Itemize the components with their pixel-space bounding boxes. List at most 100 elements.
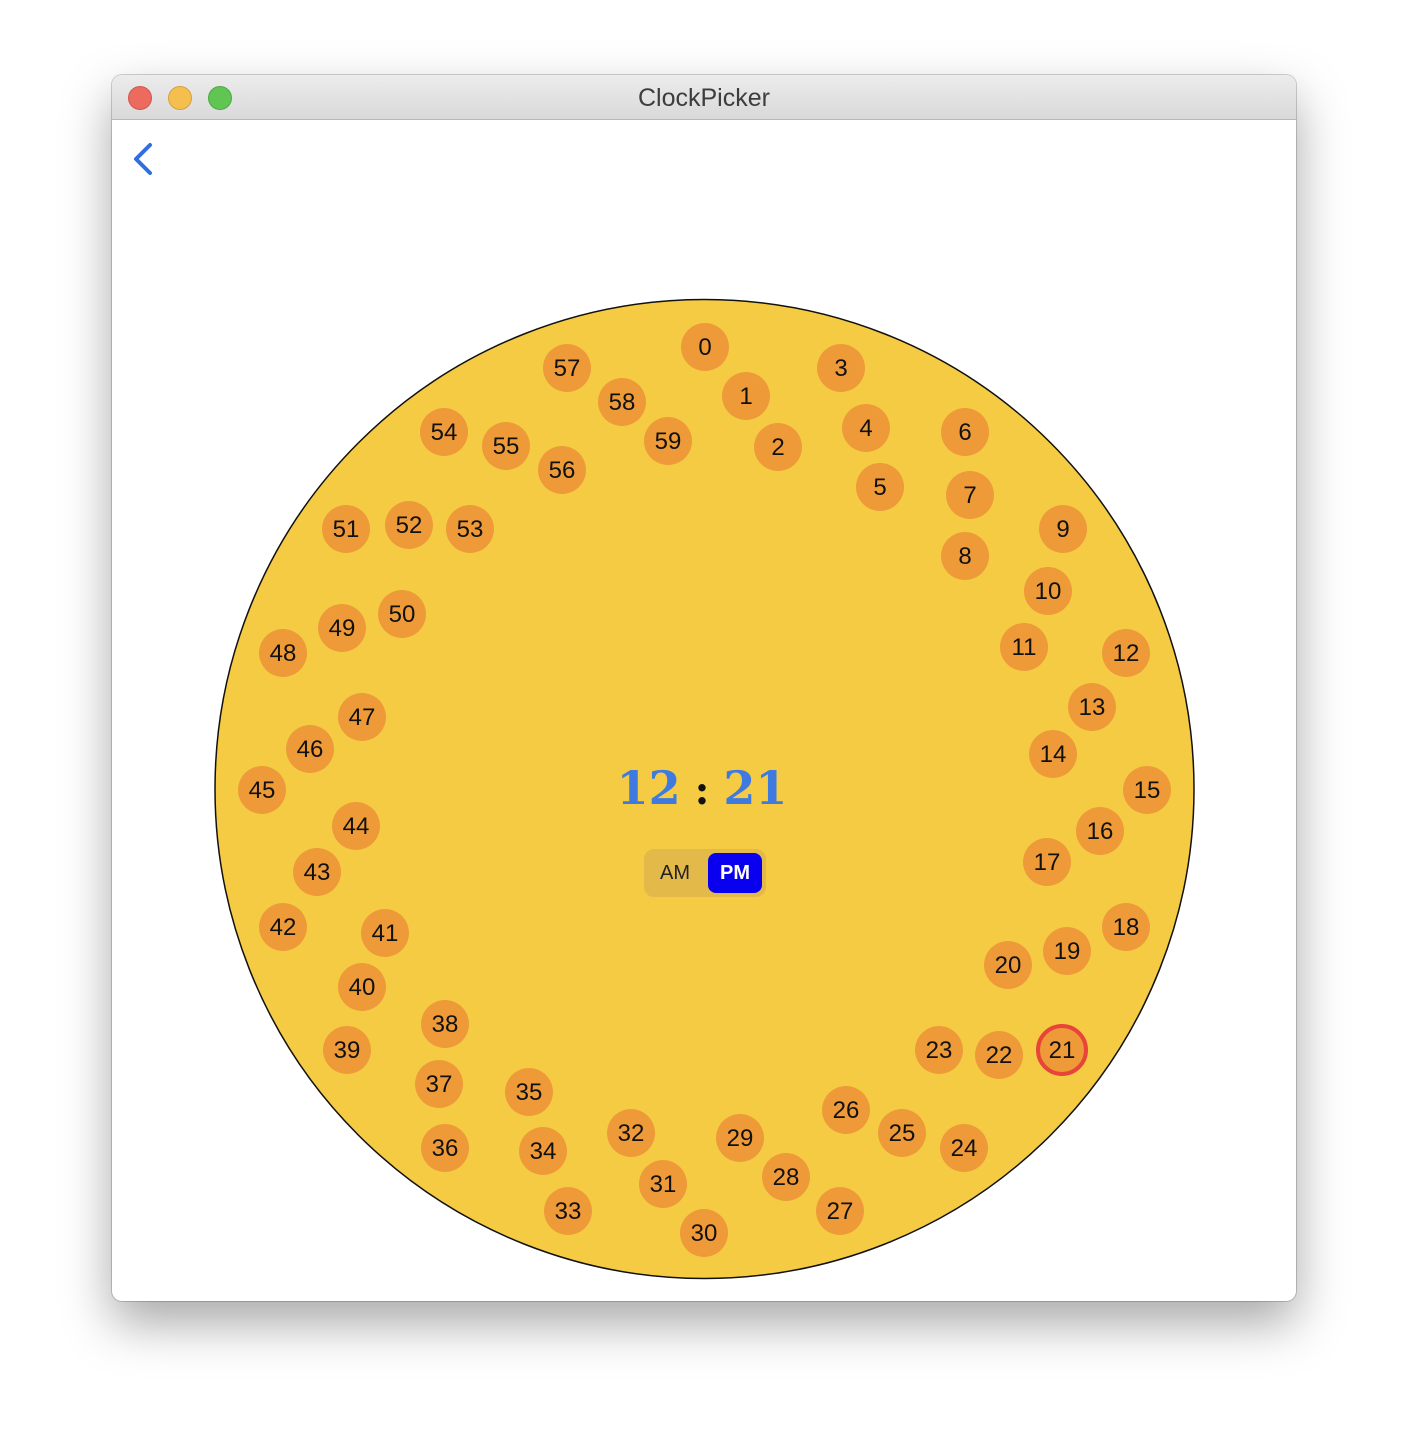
minute-bubble-47[interactable]: 47 bbox=[338, 693, 386, 741]
minute-bubble-4[interactable]: 4 bbox=[842, 404, 890, 452]
minute-bubble-label: 2 bbox=[771, 434, 784, 461]
minute-bubble-37[interactable]: 37 bbox=[415, 1060, 463, 1108]
minute-bubble-label: 57 bbox=[554, 355, 581, 382]
minute-bubble-label: 5 bbox=[873, 474, 886, 501]
minute-bubble-29[interactable]: 29 bbox=[716, 1114, 764, 1162]
minute-bubble-label: 17 bbox=[1034, 849, 1061, 876]
minute-bubble-24[interactable]: 24 bbox=[940, 1124, 988, 1172]
minute-bubble-2[interactable]: 2 bbox=[754, 423, 802, 471]
minute-bubble-label: 13 bbox=[1079, 694, 1106, 721]
minute-bubble-label: 29 bbox=[727, 1125, 754, 1152]
minute-bubble-23[interactable]: 23 bbox=[915, 1026, 963, 1074]
minute-bubble-label: 59 bbox=[655, 428, 682, 455]
minute-bubble-label: 12 bbox=[1113, 640, 1140, 667]
minute-bubble-26[interactable]: 26 bbox=[822, 1086, 870, 1134]
minute-bubble-49[interactable]: 49 bbox=[318, 604, 366, 652]
minute-bubble-55[interactable]: 55 bbox=[482, 422, 530, 470]
minute-bubble-label: 27 bbox=[827, 1198, 854, 1225]
minute-bubble-13[interactable]: 13 bbox=[1068, 683, 1116, 731]
minute-bubble-label: 50 bbox=[389, 601, 416, 628]
minute-bubble-label: 33 bbox=[555, 1198, 582, 1225]
minute-bubble-21[interactable]: 21 bbox=[1036, 1024, 1088, 1076]
minute-bubble-label: 23 bbox=[926, 1037, 953, 1064]
minute-bubble-16[interactable]: 16 bbox=[1076, 807, 1124, 855]
minute-bubble-36[interactable]: 36 bbox=[421, 1124, 469, 1172]
minute-bubble-28[interactable]: 28 bbox=[762, 1153, 810, 1201]
minute-bubble-40[interactable]: 40 bbox=[338, 963, 386, 1011]
minute-bubble-14[interactable]: 14 bbox=[1029, 730, 1077, 778]
minute-bubble-0[interactable]: 0 bbox=[681, 323, 729, 371]
hour-value[interactable]: 12 bbox=[617, 761, 681, 815]
minute-bubble-label: 9 bbox=[1056, 516, 1069, 543]
minute-bubble-51[interactable]: 51 bbox=[322, 505, 370, 553]
minute-bubble-label: 4 bbox=[859, 415, 872, 442]
pm-segment[interactable]: PM bbox=[708, 853, 762, 893]
minute-bubble-5[interactable]: 5 bbox=[856, 463, 904, 511]
minute-bubble-12[interactable]: 12 bbox=[1102, 629, 1150, 677]
minute-bubble-label: 42 bbox=[270, 914, 297, 941]
minute-bubble-label: 37 bbox=[426, 1071, 453, 1098]
minute-bubble-label: 6 bbox=[958, 419, 971, 446]
minute-bubble-label: 20 bbox=[995, 952, 1022, 979]
minute-bubble-label: 45 bbox=[249, 777, 276, 804]
time-readout: 12:21 bbox=[552, 758, 852, 818]
minute-bubble-label: 34 bbox=[530, 1138, 557, 1165]
minute-bubble-label: 21 bbox=[1049, 1037, 1076, 1064]
minute-bubble-44[interactable]: 44 bbox=[332, 802, 380, 850]
minute-bubble-22[interactable]: 22 bbox=[975, 1031, 1023, 1079]
minute-bubble-54[interactable]: 54 bbox=[420, 408, 468, 456]
minute-bubble-9[interactable]: 9 bbox=[1039, 505, 1087, 553]
minute-value[interactable]: 21 bbox=[723, 761, 787, 815]
minute-bubble-label: 54 bbox=[431, 419, 458, 446]
minute-bubble-label: 31 bbox=[650, 1171, 677, 1198]
minute-bubble-17[interactable]: 17 bbox=[1023, 838, 1071, 886]
minute-bubble-35[interactable]: 35 bbox=[505, 1068, 553, 1116]
minute-bubble-42[interactable]: 42 bbox=[259, 903, 307, 951]
minute-bubble-label: 0 bbox=[698, 334, 711, 361]
minute-bubble-56[interactable]: 56 bbox=[538, 446, 586, 494]
minute-bubble-33[interactable]: 33 bbox=[544, 1187, 592, 1235]
minute-bubble-30[interactable]: 30 bbox=[680, 1209, 728, 1257]
minute-bubble-label: 19 bbox=[1054, 938, 1081, 965]
minute-bubble-11[interactable]: 11 bbox=[1000, 623, 1048, 671]
minute-bubble-label: 38 bbox=[432, 1011, 459, 1038]
minute-bubble-8[interactable]: 8 bbox=[941, 532, 989, 580]
minute-bubble-label: 32 bbox=[618, 1120, 645, 1147]
minute-bubble-label: 8 bbox=[958, 543, 971, 570]
minute-bubble-label: 46 bbox=[297, 736, 324, 763]
minute-bubble-7[interactable]: 7 bbox=[946, 471, 994, 519]
minute-bubble-57[interactable]: 57 bbox=[543, 344, 591, 392]
minute-bubble-18[interactable]: 18 bbox=[1102, 903, 1150, 951]
minute-bubble-32[interactable]: 32 bbox=[607, 1109, 655, 1157]
minute-bubble-52[interactable]: 52 bbox=[385, 501, 433, 549]
minute-bubble-15[interactable]: 15 bbox=[1123, 766, 1171, 814]
minute-bubble-label: 18 bbox=[1113, 914, 1140, 941]
minute-bubble-43[interactable]: 43 bbox=[293, 848, 341, 896]
minute-bubble-34[interactable]: 34 bbox=[519, 1127, 567, 1175]
minute-bubble-31[interactable]: 31 bbox=[639, 1160, 687, 1208]
minute-bubble-25[interactable]: 25 bbox=[878, 1109, 926, 1157]
minute-bubble-41[interactable]: 41 bbox=[361, 909, 409, 957]
minute-bubble-45[interactable]: 45 bbox=[238, 766, 286, 814]
minute-bubble-27[interactable]: 27 bbox=[816, 1187, 864, 1235]
minute-bubble-59[interactable]: 59 bbox=[644, 417, 692, 465]
minute-bubble-label: 1 bbox=[739, 383, 752, 410]
minute-bubble-48[interactable]: 48 bbox=[259, 629, 307, 677]
minute-bubble-53[interactable]: 53 bbox=[446, 505, 494, 553]
minute-bubble-label: 22 bbox=[986, 1042, 1013, 1069]
minute-bubble-3[interactable]: 3 bbox=[817, 344, 865, 392]
minute-bubble-19[interactable]: 19 bbox=[1043, 927, 1091, 975]
minute-bubble-50[interactable]: 50 bbox=[378, 590, 426, 638]
minute-bubble-38[interactable]: 38 bbox=[421, 1000, 469, 1048]
minute-bubble-6[interactable]: 6 bbox=[941, 408, 989, 456]
minute-bubble-label: 51 bbox=[333, 516, 360, 543]
minute-bubble-39[interactable]: 39 bbox=[323, 1026, 371, 1074]
minute-bubble-label: 40 bbox=[349, 974, 376, 1001]
minute-bubble-58[interactable]: 58 bbox=[598, 378, 646, 426]
minute-bubble-10[interactable]: 10 bbox=[1024, 567, 1072, 615]
minute-bubble-1[interactable]: 1 bbox=[722, 372, 770, 420]
minute-bubble-46[interactable]: 46 bbox=[286, 725, 334, 773]
minute-bubble-20[interactable]: 20 bbox=[984, 941, 1032, 989]
am-segment[interactable]: AM bbox=[648, 853, 702, 893]
minute-bubble-label: 16 bbox=[1087, 818, 1114, 845]
